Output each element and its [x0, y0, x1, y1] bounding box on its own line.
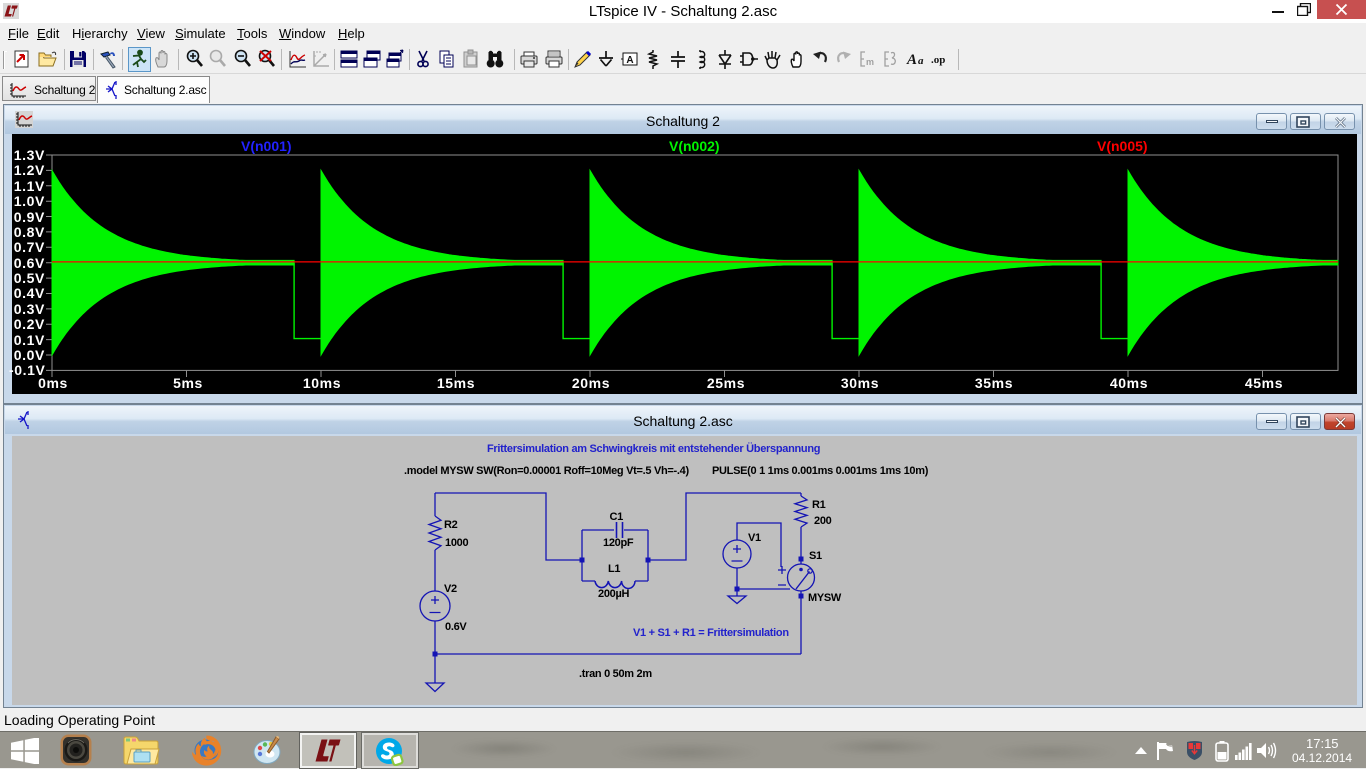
svg-text:.op: .op	[931, 54, 945, 66]
svg-text:A: A	[626, 55, 633, 66]
svg-text:m: m	[866, 57, 874, 67]
svg-text:a: a	[918, 55, 924, 67]
svg-text:A: A	[906, 52, 917, 68]
